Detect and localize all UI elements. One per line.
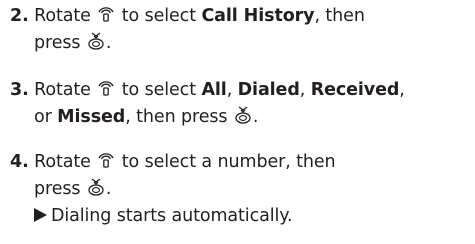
step-text: press (34, 33, 81, 53)
option-all: All (201, 80, 227, 100)
interface-dial-press-icon (233, 105, 253, 125)
step-4-line-1: 4. Rotate to select a number, then (10, 149, 470, 176)
interface-dial-press-icon (86, 31, 106, 51)
step-text: or (34, 107, 52, 127)
interface-dial-rotate-icon (96, 150, 116, 170)
option-received: Received (310, 80, 400, 100)
option-dialed: Dialed (237, 80, 300, 100)
step-number: 3. (10, 80, 29, 100)
step-number: 2. (10, 6, 29, 26)
step-3: 3. Rotate to select All, Dialed, Receive… (10, 77, 470, 131)
separator: , (299, 80, 306, 100)
separator: , (399, 80, 405, 100)
step-text: Rotate (34, 6, 91, 26)
step-text: . (105, 33, 112, 53)
result-text: Dialing starts automatically. (51, 206, 293, 226)
result-triangle-icon (34, 208, 47, 222)
step-4-line-2: press . (10, 176, 470, 203)
interface-dial-rotate-icon (96, 78, 116, 98)
step-text: to select (121, 6, 196, 26)
step-text: . (252, 107, 259, 127)
step-text: , then (314, 6, 365, 26)
step-4: 4. Rotate to select a number, then press… (10, 149, 470, 230)
menu-item-call-history: Call History (201, 6, 315, 26)
step-3-line-2: or Missed, then press . (10, 104, 470, 131)
step-text: Rotate (34, 152, 91, 172)
separator: , (226, 80, 233, 100)
step-2: 2. Rotate to select Call History, then p… (10, 3, 470, 57)
step-text: to select (121, 80, 196, 100)
step-number: 4. (10, 152, 29, 172)
step-text: . (105, 179, 112, 199)
step-4-result: Dialing starts automatically. (10, 203, 470, 230)
interface-dial-rotate-icon (96, 4, 116, 24)
interface-dial-press-icon (86, 177, 106, 197)
step-2-line-1: 2. Rotate to select Call History, then (10, 3, 470, 30)
option-missed: Missed (57, 107, 126, 127)
step-2-line-2: press . (10, 30, 470, 57)
step-text: , then press (125, 107, 228, 127)
step-text: to select a number, then (121, 152, 336, 172)
step-3-line-1: 3. Rotate to select All, Dialed, Receive… (10, 77, 470, 104)
step-text: press (34, 179, 81, 199)
step-text: Rotate (34, 80, 91, 100)
